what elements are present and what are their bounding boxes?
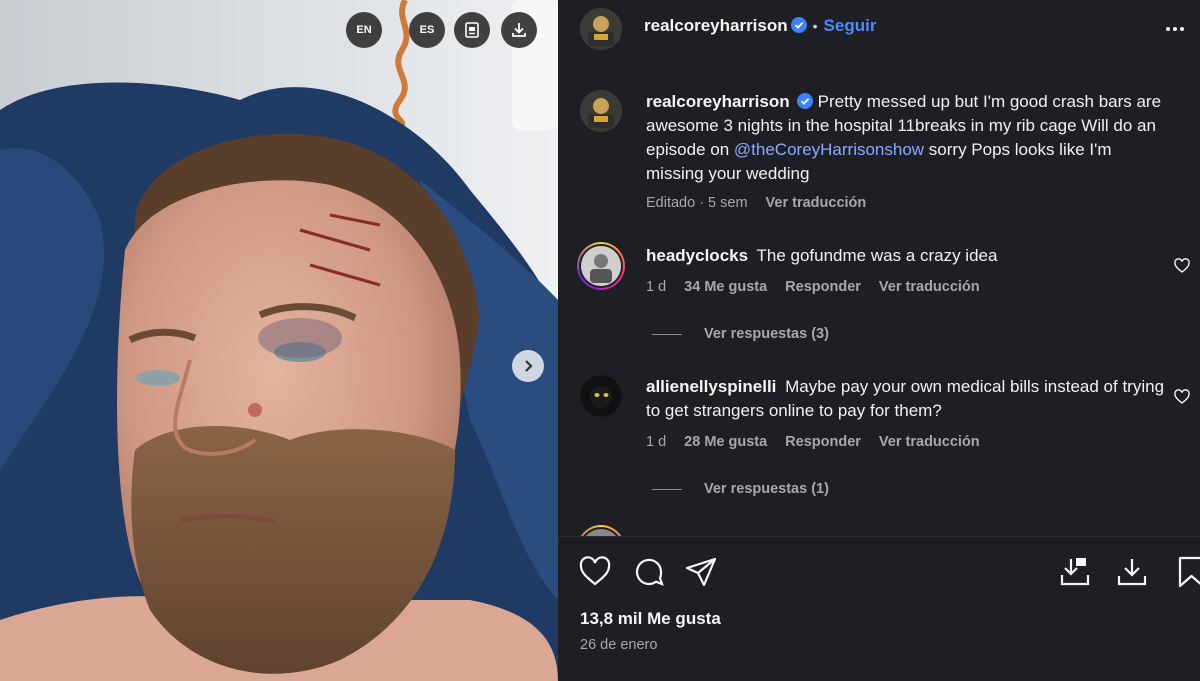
post-actions: 13,8 mil Me gusta 26 de enero (558, 536, 1200, 681)
comment-translate[interactable]: Ver traducción (879, 434, 980, 450)
view-replies-label: Ver respuestas (1) (704, 481, 829, 497)
comment-body: The gofundme was a crazy idea (756, 246, 998, 265)
comment-likes[interactable]: 34 Me gusta (684, 279, 767, 295)
english-button[interactable]: EN (346, 12, 382, 48)
caption-time[interactable]: 5 sem (708, 195, 748, 211)
view-replies-label: Ver respuestas (3) (704, 326, 829, 342)
caption-edited: Editado (646, 195, 696, 211)
comment-like-icon[interactable] (1174, 389, 1190, 405)
header-separator: • (812, 18, 818, 34)
comment-like-icon[interactable] (1174, 258, 1190, 274)
caption-avatar[interactable] (580, 90, 622, 132)
reply-button[interactable]: Responder (785, 279, 861, 295)
comment-avatar[interactable] (577, 525, 625, 536)
verified-badge-icon (790, 17, 807, 33)
comment-username[interactable]: headyclocks (646, 246, 748, 265)
comments-list[interactable]: realcoreyharrison Pretty messed up but I'… (558, 70, 1200, 536)
save-bookmark-icon[interactable] (1175, 555, 1200, 589)
caption-translate[interactable]: Ver traducción (766, 195, 867, 211)
chevron-right-icon (525, 360, 533, 372)
post-media[interactable]: EN ES (0, 0, 558, 681)
caption-username[interactable]: realcoreyharrison (646, 92, 790, 111)
comment-likes[interactable]: 28 Me gusta (684, 434, 767, 450)
comment-icon[interactable] (632, 555, 666, 589)
comment-time[interactable]: 1 d (646, 434, 666, 450)
comment-avatar[interactable] (580, 375, 622, 417)
caption-text: realcoreyharrison Pretty messed up but I'… (646, 90, 1166, 186)
share-icon[interactable] (684, 555, 718, 589)
comment-meta: 1 d 28 Me gusta Responder Ver traducción (646, 434, 998, 450)
download-icon[interactable] (1115, 555, 1149, 589)
more-options-icon[interactable] (1164, 18, 1186, 40)
like-icon[interactable] (578, 555, 612, 589)
view-replies-button[interactable]: Ver respuestas (1) (652, 481, 829, 497)
author-avatar[interactable] (580, 8, 622, 50)
post-header: realcoreyharrison • Seguir (558, 0, 1200, 56)
verified-badge-icon (796, 93, 813, 109)
download-icon (512, 23, 526, 37)
translate-doc-icon (465, 22, 479, 38)
comment-translate[interactable]: Ver traducción (879, 279, 980, 295)
follow-button[interactable]: Seguir (824, 16, 877, 35)
comment-text: allienellyspinelli Maybe pay your own me… (646, 375, 1166, 423)
comment-time[interactable]: 1 d (646, 279, 666, 295)
download-images-icon[interactable] (1058, 555, 1092, 589)
post-date[interactable]: 26 de enero (580, 637, 657, 653)
caption-meta: Editado · 5 sem Ver traducción (646, 195, 867, 211)
post-photo (0, 0, 558, 681)
spanish-button[interactable]: ES (409, 12, 445, 48)
reply-button[interactable]: Responder (785, 434, 861, 450)
comment-meta: 1 d 34 Me gusta Responder Ver traducción (646, 279, 998, 295)
view-replies-button[interactable]: Ver respuestas (3) (652, 326, 829, 342)
author-username[interactable]: realcoreyharrison (644, 16, 788, 35)
comment-username[interactable]: allienellyspinelli (646, 377, 776, 396)
post-panel: realcoreyharrison • Seguir realcoreyharris… (558, 0, 1200, 681)
download-media-button[interactable] (501, 12, 537, 48)
translate-doc-button[interactable] (454, 12, 490, 48)
next-media-button[interactable] (512, 350, 544, 382)
likes-count[interactable]: 13,8 mil Me gusta (580, 609, 721, 629)
comment-avatar[interactable] (577, 242, 625, 290)
caption-mention[interactable]: @theCoreyHarrisonshow (734, 140, 924, 159)
comment-text: headyclocks The gofundme was a crazy ide… (646, 244, 1166, 268)
